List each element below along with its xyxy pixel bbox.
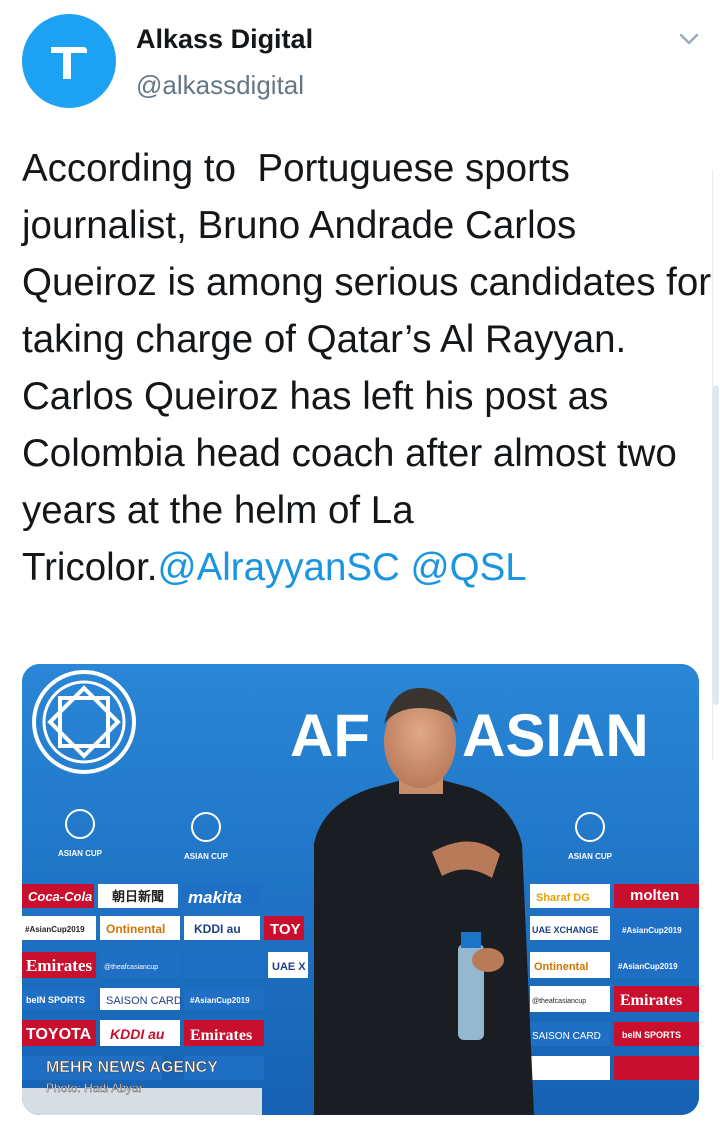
sponsor-hashtag-3: #AsianCup2019 [622, 926, 682, 935]
chevron-down-icon[interactable] [676, 26, 702, 52]
sponsor-kddi-1: KDDI au [194, 922, 241, 936]
sponsor-handle-1: @theafcasiancup [104, 964, 158, 971]
sponsor-uaexchange: UAE XCHANGE [532, 925, 599, 935]
sponsor-handle-2: @theafcasiancup [532, 998, 586, 1005]
alkass-logo-icon [51, 47, 87, 79]
tweet-header: Alkass Digital @alkassdigital [0, 0, 720, 120]
sponsor-coca-cola: Coca-Cola [28, 889, 92, 904]
sponsor-molten: molten [630, 887, 679, 904]
tweet-body: According to Portuguese sports journalis… [22, 147, 712, 589]
sponsor-saison-1: SAISON CARD [106, 995, 182, 1007]
account-name[interactable]: Alkass Digital [136, 24, 313, 55]
mention-alrayyansc[interactable]: @AlrayyanSC [157, 546, 399, 589]
sponsor-continental-1: Ontinental [106, 922, 165, 936]
photo-credit: Photo: Hadi Abyar [46, 1081, 143, 1095]
tweet-photo[interactable]: AF ASIAN ASIAN CUP ASIAN CUP ASIAN CUP C… [22, 664, 699, 1115]
sponsor-hashtag-1: #AsianCup2019 [25, 925, 85, 934]
sponsor-asahi: 朝日新聞 [112, 889, 164, 904]
sponsor-uaex: UAE X [272, 961, 306, 973]
sponsor-hashtag-4: #AsianCup2019 [618, 962, 678, 971]
sponsor-continental-2: Ontinental [534, 961, 588, 973]
avatar[interactable] [22, 14, 116, 108]
sponsor-toyota: TOYOTA [26, 1026, 92, 1043]
sponsor-bein-2: beIN SPORTS [622, 1030, 681, 1040]
sponsor-sharaf: Sharaf DG [536, 892, 590, 904]
watermark: MEHR NEWS AGENCY [46, 1059, 218, 1076]
sponsor-emirates-2: Emirates [190, 1027, 252, 1044]
account-handle[interactable]: @alkassdigital [136, 70, 304, 101]
cup-logo-label-2: ASIAN CUP [184, 852, 229, 861]
scrollbar-thumb[interactable] [713, 385, 719, 705]
banner-text-right: ASIAN [462, 702, 649, 769]
sponsor-bein-1: beIN SPORTS [26, 995, 85, 1005]
cup-logo-label-1: ASIAN CUP [58, 849, 103, 858]
tweet-text: According to Portuguese sports journalis… [22, 140, 712, 596]
sponsor-emirates-3: Emirates [620, 992, 682, 1009]
sponsor-saison-2: SAISON CARD [532, 1031, 601, 1042]
sponsor-emirates-1: Emirates [26, 956, 92, 975]
mention-qsl[interactable]: @QSL [411, 546, 527, 589]
banner-text-left: AF [290, 702, 370, 769]
sponsor-hashtag-2: #AsianCup2019 [190, 996, 250, 1005]
sponsor-toy: TOY [270, 921, 301, 938]
press-conference-image: AF ASIAN ASIAN CUP ASIAN CUP ASIAN CUP C… [22, 664, 699, 1115]
sponsor-kddi-2: KDDI au [110, 1026, 165, 1042]
cup-logo-label-3: ASIAN CUP [568, 852, 613, 861]
sponsor-makita: makita [188, 888, 242, 907]
